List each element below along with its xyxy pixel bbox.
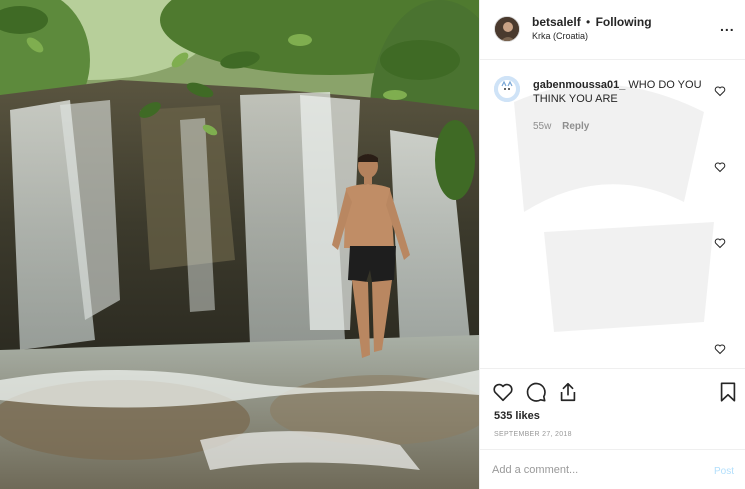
bookmark-icon[interactable] [717,381,739,403]
post-header: betsalelf • Following Krka (Croatia) ... [480,0,745,60]
waterfall-photo-image [0,0,479,489]
post-comment-button[interactable]: Post [714,466,734,477]
comment-text-block: gabenmoussa01_ WHO DO YOU THINK YOU ARE [533,78,713,106]
author-avatar[interactable] [494,16,520,42]
comment-input[interactable] [492,462,692,478]
author-username[interactable]: betsalelf [532,15,581,29]
small-heart-icon[interactable] [714,161,726,173]
small-heart-icon[interactable] [714,85,726,97]
commenter-username[interactable]: gabenmoussa01_ [533,79,625,91]
comment-age[interactable]: 55w [533,121,551,132]
post-date[interactable]: September 27, 2018 [494,431,572,438]
author-avatar-image [495,17,519,41]
commenter-avatar-image [494,76,520,102]
post-photo[interactable] [0,0,479,489]
author-line: betsalelf • Following [532,15,652,30]
watermark-graphic [514,84,714,332]
post-side-panel: betsalelf • Following Krka (Croatia) ...… [479,0,745,489]
speech-bubble-icon[interactable] [525,381,547,403]
separator-dot: • [586,15,591,29]
commenter-avatar[interactable] [494,76,520,102]
post-location[interactable]: Krka (Croatia) [532,31,588,41]
small-heart-icon[interactable] [714,237,726,249]
following-button[interactable]: Following [596,15,652,29]
ellipsis-icon[interactable]: ... [720,18,735,34]
heart-icon[interactable] [492,381,514,403]
add-comment-bar: Post [480,449,745,489]
reply-button[interactable]: Reply [562,121,589,132]
share-icon[interactable] [557,381,579,403]
likes-count[interactable]: 535 likes [494,410,540,422]
comment-meta: 55w Reply [533,121,589,132]
small-heart-icon[interactable] [714,343,726,355]
